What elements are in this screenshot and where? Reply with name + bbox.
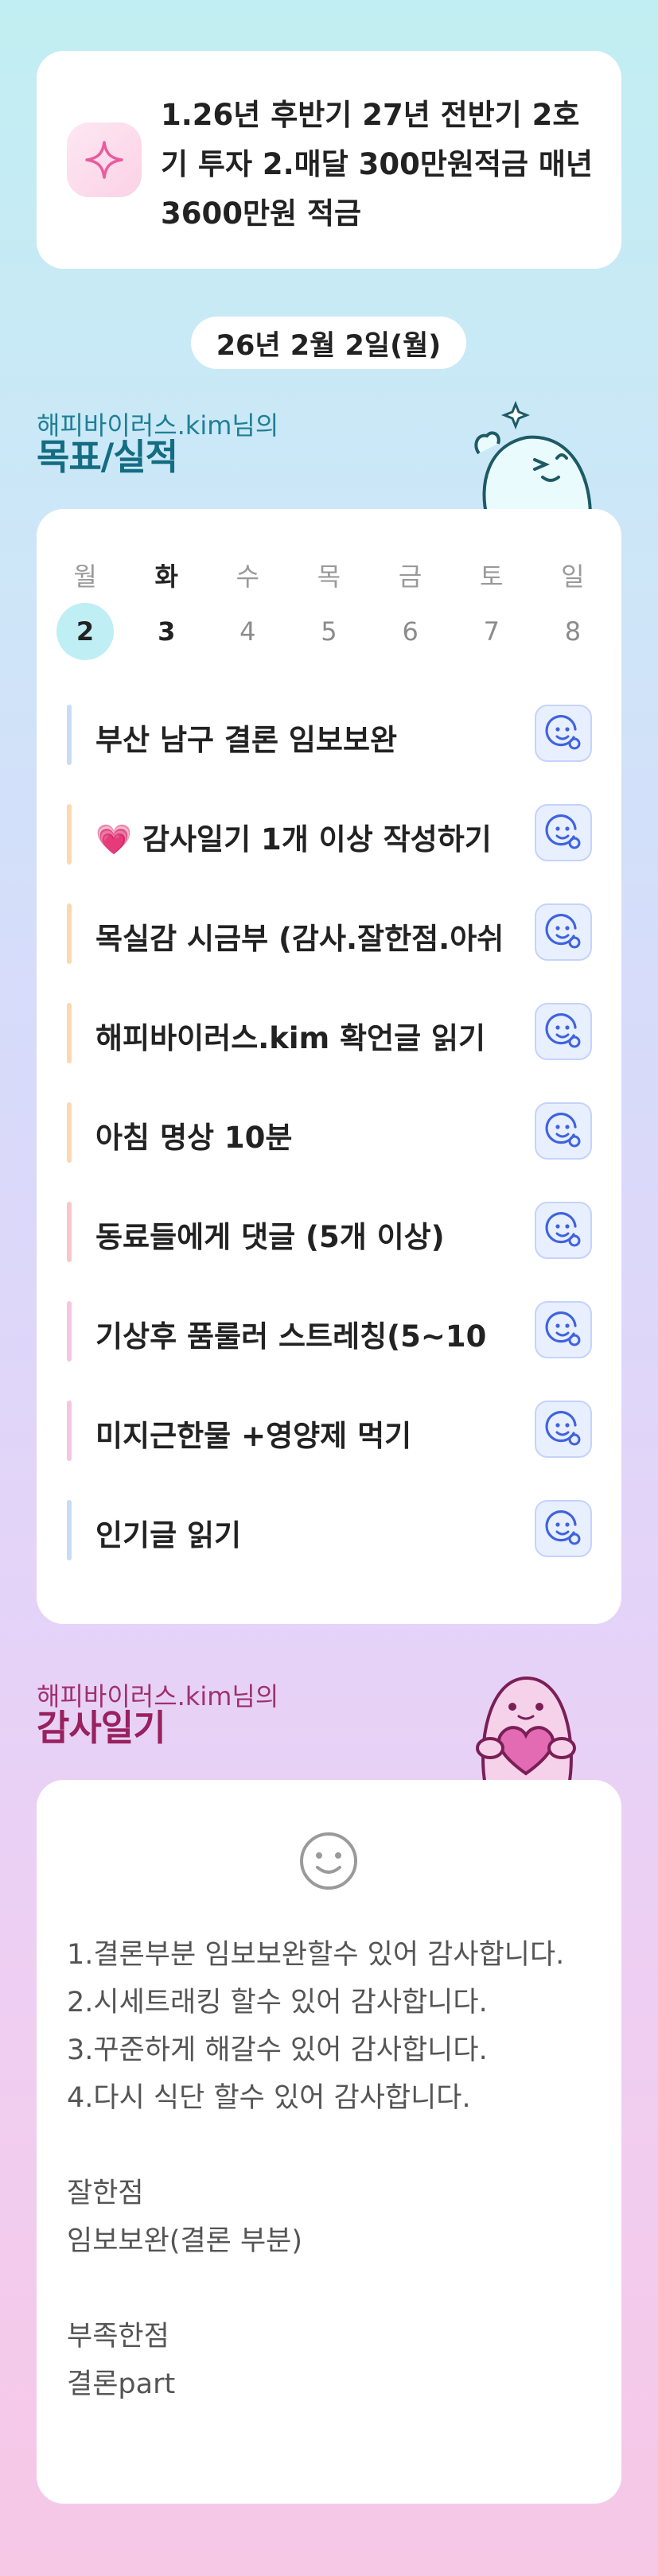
goal-card[interactable]: 1.26년 후반기 27년 전반기 2호기 투자 2.매달 300만원적금 매년… [37,51,621,269]
task-color-bar [67,1401,72,1461]
task-item[interactable]: 동료들에게 댓글 (5개 이상) [67,1200,592,1264]
smile-check-icon[interactable] [535,1401,592,1458]
date-cell[interactable]: 8 [541,603,605,660]
task-color-bar [67,1500,72,1560]
weekday-row: 월 화 수 목 금 토 일 [37,557,621,593]
smile-check-icon[interactable] [535,903,592,961]
sparkle-character-icon [455,398,598,519]
heart-character-icon [454,1670,597,1787]
task-color-bar [67,1003,72,1063]
task-label: 💗 감사일기 1개 이상 작성하기 [95,822,492,857]
date-cell[interactable]: 6 [379,603,442,660]
smile-check-icon[interactable] [535,1102,592,1160]
weekday-sat: 토 [480,561,504,592]
task-item[interactable]: 아침 명상 10분 [67,1101,592,1164]
task-color-bar [67,1301,72,1362]
gratitude-card[interactable]: 1.결론부분 임보보완할수 있어 감사합니다. 2.시세트래킹 할수 있어 감사… [37,1780,621,2504]
task-label: 기상후 품룰러 스트레칭(5~10 [95,1319,487,1354]
smile-check-icon[interactable] [535,705,592,762]
task-color-bar [67,1102,72,1163]
task-label: 인기글 읽기 [95,1518,242,1552]
task-label: 목실감 시금부 (감사.잘한점.아쉬 [95,922,504,956]
goals-title: 목표/실적 [37,436,178,478]
task-item[interactable]: 부산 남구 결론 임보보완 [67,703,592,767]
task-label: 해피바이러스.kim 확언글 읽기 [95,1021,486,1055]
date-cell[interactable]: 4 [216,603,279,660]
smile-check-icon[interactable] [535,1202,592,1259]
tasks-card: 월 화 수 목 금 토 일 2 3 4 5 6 7 8 부산 남구 결론 임보보… [37,509,621,1624]
sparkle-icon [67,122,142,197]
goal-text: 1.26년 후반기 27년 전반기 2호기 투자 2.매달 300만원적금 매년… [161,98,593,231]
weekday-mon: 월 [73,561,97,592]
task-item[interactable]: 해피바이러스.kim 확언글 읽기 [67,1001,592,1065]
task-label: 아침 명상 10분 [95,1121,293,1155]
date-selector[interactable]: 26년 2월 2일(월) [191,317,466,369]
date-row: 2 3 4 5 6 7 8 [37,603,621,660]
weekday-fri: 금 [398,561,422,592]
task-label: 동료들에게 댓글 (5개 이상) [95,1220,445,1254]
task-label: 부산 남구 결론 임보보완 [95,723,398,757]
date-cell[interactable]: 3 [134,603,198,660]
task-color-bar [67,903,72,964]
task-color-bar [67,804,72,864]
weekday-thu: 목 [317,561,341,592]
weekday-tue: 화 [154,561,178,592]
smile-face-icon [297,1829,360,1896]
task-label: 미지근한물 +영양제 먹기 [95,1419,412,1453]
smile-check-icon[interactable] [535,804,592,861]
smile-check-icon[interactable] [535,1500,592,1557]
task-color-bar [67,1202,72,1262]
smile-check-icon[interactable] [535,1301,592,1358]
task-item[interactable]: 미지근한물 +영양제 먹기 [67,1399,592,1463]
smile-check-icon[interactable] [535,1003,592,1060]
weekday-wed: 수 [236,561,260,592]
date-cell[interactable]: 5 [297,603,360,660]
task-item[interactable]: 기상후 품룰러 스트레칭(5~10 [67,1300,592,1363]
task-item[interactable]: 💗 감사일기 1개 이상 작성하기 [67,802,592,866]
task-color-bar [67,705,72,765]
weekday-sun: 일 [561,561,585,592]
gratitude-text: 1.결론부분 임보보완할수 있어 감사합니다. 2.시세트래킹 할수 있어 감사… [67,1939,565,2400]
gratitude-title: 감사일기 [37,1707,166,1749]
date-cell-selected[interactable]: 2 [53,603,117,660]
task-item[interactable]: 인기글 읽기 [67,1498,592,1562]
task-item[interactable]: 목실감 시금부 (감사.잘한점.아쉬 [67,902,592,966]
date-cell[interactable]: 7 [460,603,524,660]
